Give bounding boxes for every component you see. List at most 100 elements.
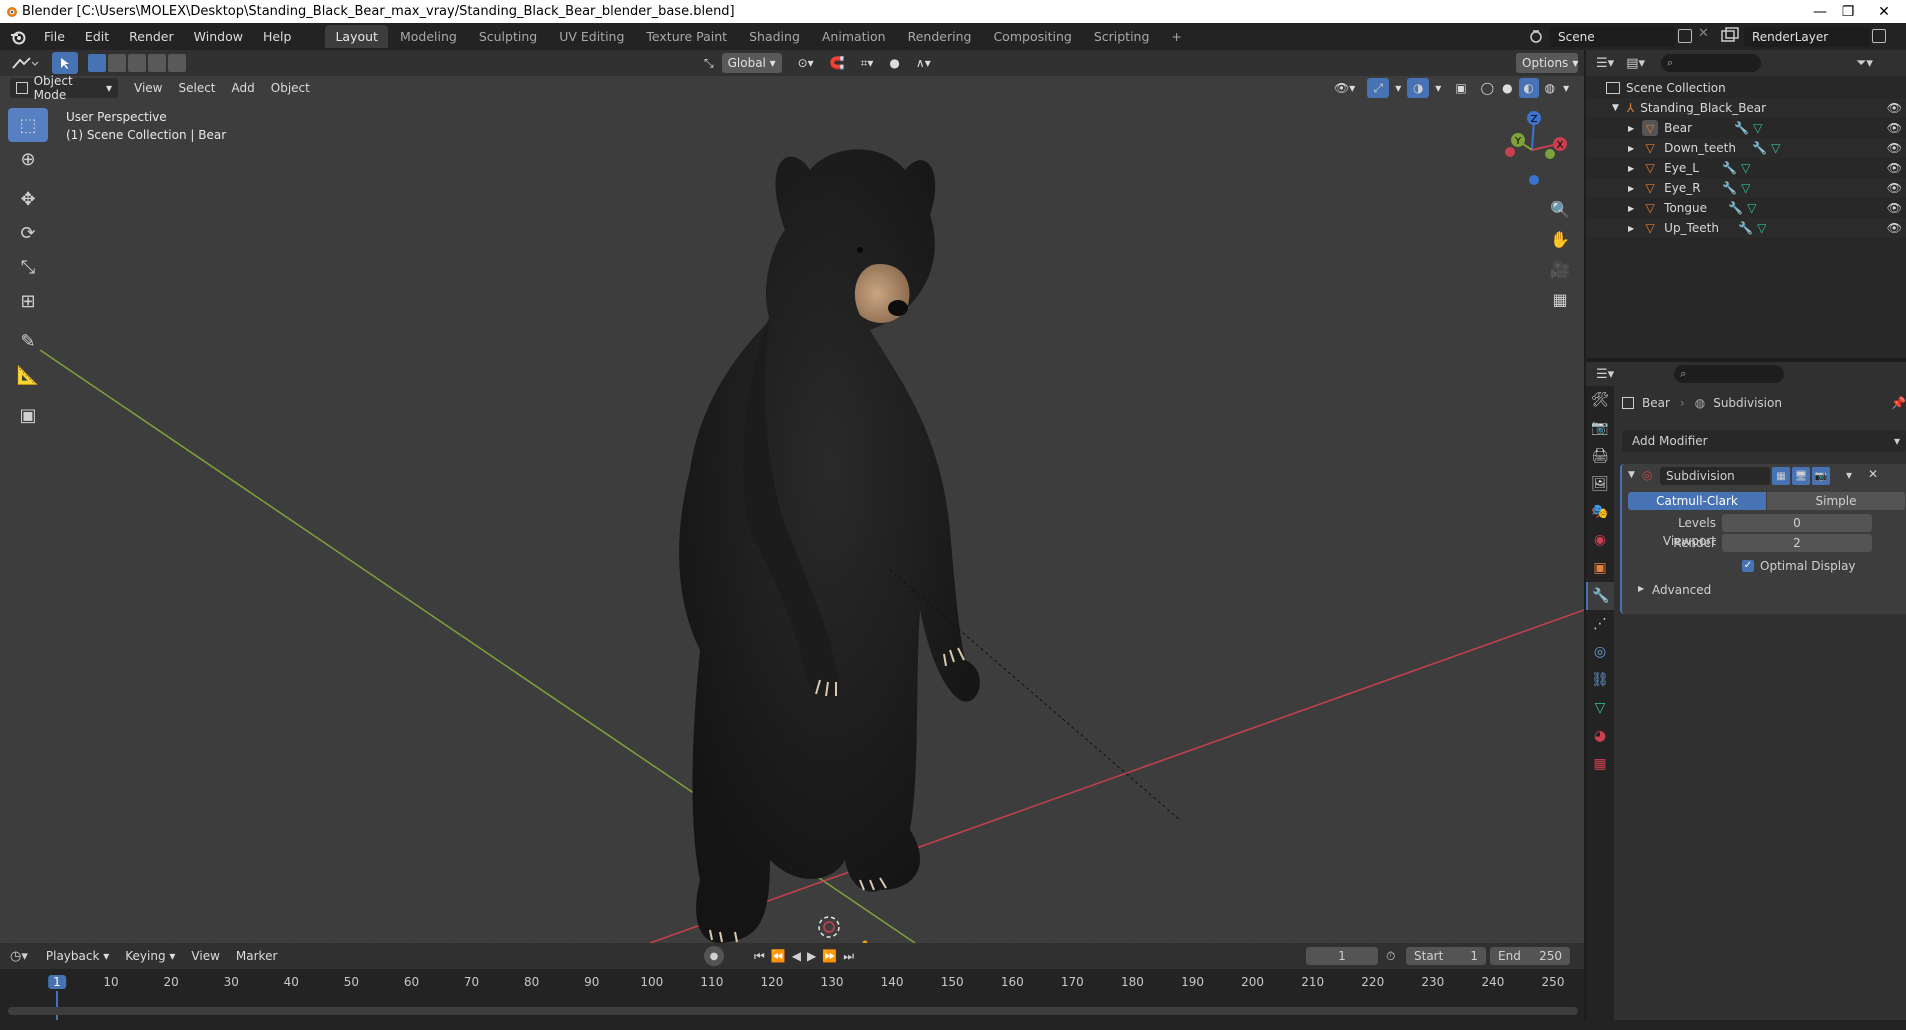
move-tool-icon[interactable]: ✥ — [8, 182, 48, 216]
cursor-tool-icon[interactable]: ⊕ — [8, 142, 48, 176]
navigation-gizmo[interactable]: Z X Y — [1490, 108, 1570, 188]
outliner-row-collection[interactable]: ▼ ⅄ Standing_Black_Bear 👁 — [1586, 98, 1906, 118]
expand-arrow-icon[interactable]: ▶ — [1628, 124, 1634, 133]
outliner-row-object[interactable]: ▶ ▽ Down_teeth 🔧 ▽ 👁 — [1586, 138, 1906, 158]
scene-tab-icon[interactable]: 🎭 — [1586, 498, 1614, 526]
mesh-data-icon[interactable]: ▽ — [1741, 161, 1750, 175]
eye-icon[interactable]: 👁 — [1887, 161, 1902, 175]
outliner-type-icon[interactable]: ☰▾ — [1596, 56, 1614, 71]
material-shading-icon[interactable]: ◐ — [1518, 78, 1539, 98]
tab-uv-editing[interactable]: UV Editing — [549, 25, 634, 48]
outliner-row-object[interactable]: ▶ ▽ Eye_R 🔧 ▽ 👁 — [1586, 178, 1906, 198]
remove-modifier-icon[interactable]: ✕ — [1868, 467, 1878, 481]
mesh-data-icon[interactable]: ▽ — [1771, 141, 1780, 155]
eye-icon[interactable]: 👁 — [1887, 141, 1902, 155]
new-scene-icon[interactable] — [1678, 29, 1692, 43]
eye-icon[interactable]: 👁 — [1887, 121, 1902, 135]
playhead-line[interactable] — [56, 991, 58, 1021]
rotate-tool-icon[interactable]: ⟳ — [8, 216, 48, 250]
gizmo-toggle-icon[interactable]: ⤢ — [1367, 78, 1390, 98]
texture-tab-icon[interactable]: ▦ — [1586, 750, 1614, 778]
editor-type-icon[interactable] — [10, 54, 40, 72]
xray-icon[interactable]: ▣ — [1447, 78, 1474, 98]
outliner-row-object[interactable]: ▶ ▽ Up_Teeth 🔧 ▽ 👁 — [1586, 218, 1906, 238]
render-levels-field[interactable]: 2 — [1722, 534, 1872, 552]
menu-view[interactable]: View — [126, 78, 170, 98]
mesh-data-icon[interactable]: ▽ — [1747, 201, 1756, 215]
viewport-canvas[interactable] — [0, 50, 1584, 943]
measure-tool-icon[interactable]: 📐 — [8, 358, 48, 392]
pivot-icon[interactable]: ⊙▾ — [790, 53, 822, 73]
select-new-icon[interactable] — [88, 54, 106, 72]
menu-object[interactable]: Object — [263, 78, 318, 98]
menu-help[interactable]: Help — [253, 29, 302, 44]
falloff-icon[interactable]: ∧▾ — [908, 53, 939, 73]
properties-type-icon[interactable]: ☰▾ — [1596, 367, 1614, 382]
viewport-toggle-icon[interactable]: 🖥 — [1792, 467, 1810, 485]
render-toggle-icon[interactable]: 📷 — [1812, 467, 1830, 485]
modifier-wrench-icon[interactable]: 🔧 — [1728, 201, 1743, 215]
rendered-shading-icon[interactable]: ◍ — [1543, 78, 1557, 98]
outliner-row-object[interactable]: ▶ ▽ Tongue 🔧 ▽ 👁 — [1586, 198, 1906, 218]
gizmo-chevron-icon[interactable]: ▾ — [1393, 78, 1403, 98]
chevron-down-icon[interactable]: ▾ — [1846, 468, 1852, 482]
constraints-tab-icon[interactable]: ⛓ — [1586, 666, 1614, 694]
view-layer-tab-icon[interactable]: 🖼 — [1586, 470, 1614, 498]
tool-tab-icon[interactable]: 🛠 — [1586, 386, 1614, 414]
levels-viewport-field[interactable]: 0 — [1722, 514, 1872, 532]
solid-shading-icon[interactable]: ● — [1500, 78, 1514, 98]
ortho-grid-icon[interactable]: ▦ — [1547, 286, 1573, 312]
scene-selector[interactable]: Scene — [1550, 27, 1676, 47]
display-mode-icon[interactable]: ▤▾ — [1626, 56, 1645, 71]
overlay-chevron-icon[interactable]: ▾ — [1433, 78, 1443, 98]
selection-mode-group[interactable] — [88, 54, 186, 72]
frame-ruler[interactable]: 1 10 20 30 40 50 60 70 80 90 100 110 120 130 140 150 160… — [0, 943, 1584, 1030]
collapse-arrow-icon[interactable]: ▼ — [1628, 470, 1635, 480]
modifier-wrench-icon[interactable]: 🔧 — [1722, 181, 1737, 195]
expand-arrow-icon[interactable]: ▶ — [1628, 204, 1634, 213]
visibility-icon[interactable]: 👁▾ — [1326, 78, 1363, 98]
tab-rendering[interactable]: Rendering — [898, 25, 982, 48]
pin-icon[interactable]: 📌 — [1891, 396, 1906, 410]
tab-compositing[interactable]: Compositing — [983, 25, 1081, 48]
snap-icon[interactable]: 🧲 — [822, 53, 853, 73]
select-extend-icon[interactable] — [108, 54, 126, 72]
timeline-scrollbar[interactable] — [8, 1007, 1578, 1015]
modifier-tab-icon[interactable]: 🔧 — [1586, 582, 1614, 610]
select-intersect-icon[interactable] — [168, 54, 186, 72]
collapse-arrow-icon[interactable]: ▼ — [1612, 103, 1619, 113]
add-cube-tool-icon[interactable]: ▣ — [8, 398, 48, 432]
transform-tool-icon[interactable]: ⊞ — [8, 284, 48, 318]
add-modifier-dropdown[interactable]: Add Modifier ▾ — [1622, 430, 1906, 452]
physics-tab-icon[interactable]: ◎ — [1586, 638, 1614, 666]
world-tab-icon[interactable]: ◉ — [1586, 526, 1614, 554]
properties-search-input[interactable]: ⌕ — [1674, 365, 1785, 383]
pan-hand-icon[interactable]: ✋ — [1547, 226, 1573, 252]
overlay-toggle-icon[interactable]: ◑ — [1407, 78, 1430, 98]
catmull-clark-button[interactable]: Catmull-Clark — [1628, 492, 1766, 510]
mesh-data-icon[interactable]: ▽ — [1757, 221, 1766, 235]
tab-layout[interactable]: Layout — [325, 25, 388, 48]
scene-icon[interactable] — [1527, 27, 1547, 45]
tab-animation[interactable]: Animation — [812, 25, 896, 48]
material-tab-icon[interactable]: ◕ — [1586, 722, 1614, 750]
delete-scene-icon[interactable]: ✕ — [1698, 26, 1709, 41]
playhead-frame-label[interactable]: 1 — [48, 975, 66, 989]
filter-icon[interactable]: ⏷▾ — [1856, 56, 1873, 71]
eye-icon[interactable]: 👁 — [1887, 201, 1902, 215]
menu-select[interactable]: Select — [170, 78, 223, 98]
new-layer-icon[interactable] — [1872, 29, 1886, 43]
options-dropdown[interactable]: Options ▾ — [1516, 53, 1578, 73]
tab-shading[interactable]: Shading — [739, 25, 810, 48]
add-workspace-button[interactable]: + — [1161, 25, 1191, 48]
modifier-wrench-icon[interactable]: 🔧 — [1734, 121, 1749, 135]
menu-window[interactable]: Window — [184, 29, 253, 44]
select-invert-icon[interactable] — [148, 54, 166, 72]
select-box-tool-icon[interactable]: ⬚ — [8, 108, 48, 142]
modifier-wrench-icon[interactable]: 🔧 — [1752, 141, 1767, 155]
render-tab-icon[interactable]: 📷 — [1586, 414, 1614, 442]
close-button[interactable]: ✕ — [1862, 0, 1906, 23]
wireframe-shading-icon[interactable]: ◯ — [1479, 78, 1496, 98]
data-tab-icon[interactable]: ▽ — [1586, 694, 1614, 722]
eye-icon[interactable]: 👁 — [1887, 101, 1902, 115]
